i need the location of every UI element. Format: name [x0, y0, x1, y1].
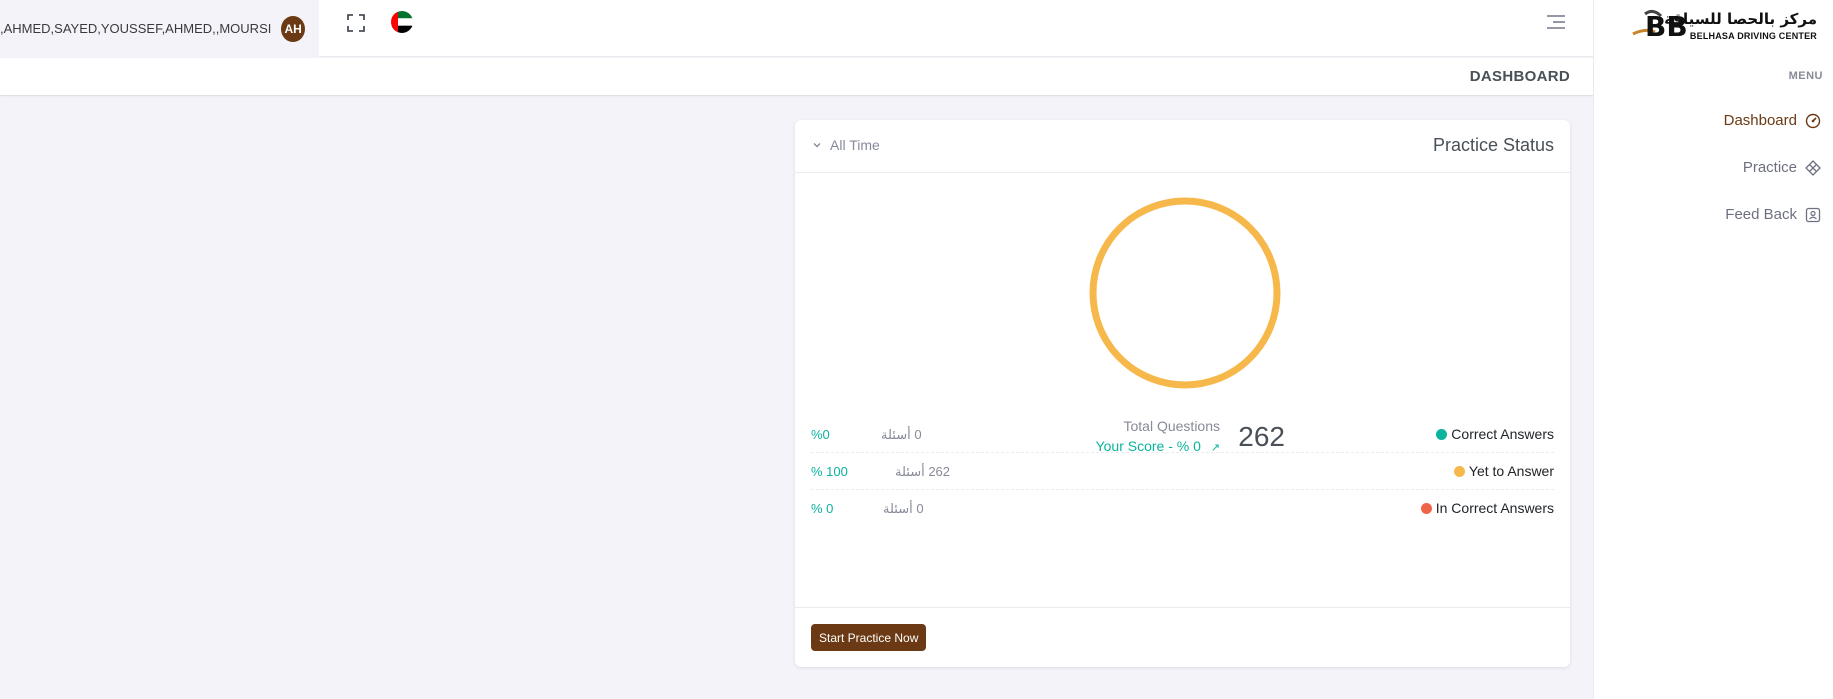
- card-header: All Time Practice Status: [795, 120, 1570, 173]
- stat-label-wrap: In Correct Answers: [1420, 500, 1554, 516]
- sidebar-item-practice[interactable]: Practice: [1743, 159, 1821, 176]
- topbar: ,AHMED,SAYED,YOUSSEF,AHMED,,MOURSI AH: [0, 0, 1593, 57]
- time-filter-label: All Time: [830, 137, 880, 153]
- sidebar-item-label: Practice: [1742, 159, 1797, 176]
- incorrect-dot-icon: [1420, 502, 1432, 514]
- logo-english-text: BELHASA DRIVING CENTER: [1689, 31, 1817, 41]
- stat-label-wrap: Yet to Answer: [1453, 463, 1554, 479]
- brand-logo[interactable]: BB مركز بالحصا للسياقة BELHASA DRIVING C…: [1617, 6, 1817, 50]
- sidebar-item-label: Dashboard: [1723, 112, 1797, 129]
- stat-percent: % 0: [811, 501, 834, 516]
- sidebar-item-feedback[interactable]: Feed Back: [1725, 206, 1821, 223]
- practice-status-card: All Time Practice Status Total Questions…: [795, 120, 1570, 667]
- stat-label: In Correct Answers: [1435, 500, 1554, 516]
- dashboard-gauge-icon: [1805, 113, 1821, 129]
- practice-donut-chart: [1089, 197, 1281, 389]
- stat-row-incorrect: % 0 0 أسئلة In Correct Answers: [811, 490, 1554, 527]
- stat-row-yet-to-answer: % 100 262 أسئلة Yet to Answer: [811, 453, 1554, 490]
- uae-flag-icon[interactable]: [391, 11, 413, 33]
- start-practice-button[interactable]: Start Practice Now: [811, 624, 927, 651]
- fullscreen-icon[interactable]: [346, 13, 366, 33]
- correct-dot-icon: [1436, 428, 1448, 440]
- sidebar-item-label: Feed Back: [1725, 206, 1797, 223]
- card-footer-divider: [795, 607, 1570, 608]
- stat-label: Correct Answers: [1451, 426, 1554, 442]
- practice-grid-icon: [1805, 159, 1821, 176]
- donut-ring-yet-to-answer: [1089, 197, 1281, 389]
- logo-arabic-text: مركز بالحصا للسياقة: [1664, 10, 1817, 28]
- chevron-down-icon: [812, 137, 822, 153]
- yet-to-answer-dot-icon: [1453, 465, 1465, 477]
- user-menu[interactable]: ,AHMED,SAYED,YOUSSEF,AHMED,,MOURSI AH: [0, 0, 319, 57]
- stat-count: 0 أسئلة: [881, 427, 922, 442]
- page-title-bar: DASHBOARD: [0, 58, 1593, 96]
- sidebar-item-dashboard[interactable]: Dashboard: [1724, 112, 1821, 129]
- user-name: ,AHMED,SAYED,YOUSSEF,AHMED,,MOURSI: [0, 21, 272, 36]
- menu-title: MENU: [1788, 70, 1823, 82]
- card-title: Practice Status: [1432, 135, 1554, 155]
- feedback-contact-icon: [1805, 207, 1821, 223]
- avatar: AH: [281, 15, 305, 42]
- sidebar: BB مركز بالحصا للسياقة BELHASA DRIVING C…: [1593, 0, 1833, 699]
- stat-label-wrap: Correct Answers: [1436, 426, 1554, 442]
- stat-count: 262 أسئلة: [895, 464, 951, 479]
- stat-percent: % 100: [811, 464, 848, 479]
- page-title: DASHBOARD: [1469, 68, 1570, 85]
- stat-row-correct: %0 0 أسئلة Correct Answers: [811, 416, 1554, 453]
- menu-toggle-icon[interactable]: [1545, 13, 1567, 31]
- stat-percent: %0: [811, 427, 830, 442]
- stat-label: Yet to Answer: [1468, 463, 1554, 479]
- stat-count: 0 أسئلة: [883, 501, 924, 516]
- time-filter-dropdown[interactable]: All Time: [812, 137, 880, 153]
